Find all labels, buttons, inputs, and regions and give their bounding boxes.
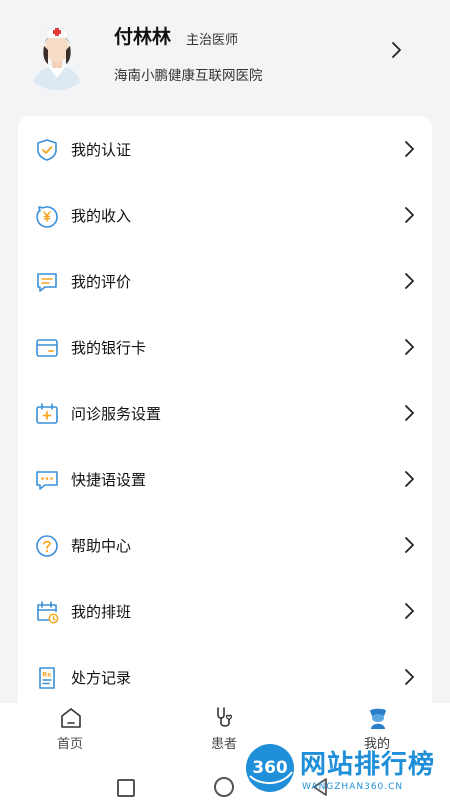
menu-item-label: 处方记录 xyxy=(71,669,132,687)
chevron-right-icon xyxy=(405,141,414,157)
watermark-logo-text: 360 xyxy=(252,758,288,778)
chevron-right-icon xyxy=(405,471,414,487)
help-icon xyxy=(36,535,58,557)
tab-label: 首页 xyxy=(56,737,83,752)
menu-item-label: 我的认证 xyxy=(71,141,132,159)
menu-item-prescriptions[interactable]: Rx 处方记录 xyxy=(18,644,432,710)
menu-item-label: 我的银行卡 xyxy=(71,339,147,357)
avatar xyxy=(18,12,96,90)
hospital-name: 海南小鹏健康互联网医院 xyxy=(114,68,263,84)
menu-item-label: 问诊服务设置 xyxy=(71,405,162,423)
menu-item-label: 我的收入 xyxy=(71,207,132,225)
menu-item-label: 我的排班 xyxy=(71,603,132,621)
chevron-right-icon xyxy=(405,537,414,553)
menu-item-consult-settings[interactable]: 问诊服务设置 xyxy=(18,380,432,446)
quick-phrase-icon xyxy=(36,471,58,490)
income-yen-icon xyxy=(36,206,58,228)
menu-item-certification[interactable]: 我的认证 xyxy=(18,116,432,182)
watermark-text: 网站排行榜 xyxy=(300,750,436,780)
chevron-right-icon xyxy=(405,603,414,619)
consult-settings-icon xyxy=(36,403,58,424)
prescription-icon: Rx xyxy=(39,667,55,689)
menu-item-schedule[interactable]: 我的排班 xyxy=(18,578,432,644)
comment-icon xyxy=(37,273,57,292)
tab-home[interactable]: 首页 xyxy=(20,703,120,761)
menu-item-reviews[interactable]: 我的评价 xyxy=(18,248,432,314)
menu-item-bank-card[interactable]: 我的银行卡 xyxy=(18,314,432,380)
menu-item-help-center[interactable]: 帮助中心 xyxy=(18,512,432,578)
chevron-right-icon xyxy=(405,405,414,421)
bank-card-icon xyxy=(36,339,58,357)
recent-apps-button[interactable] xyxy=(117,779,135,797)
stethoscope-icon xyxy=(217,707,233,727)
doctor-name: 付林林 xyxy=(114,26,172,48)
profile-header[interactable]: 付林林 主治医师 海南小鹏健康互联网医院 xyxy=(0,0,450,110)
chevron-right-icon xyxy=(405,669,414,685)
menu-item-label: 快捷语设置 xyxy=(71,471,147,489)
watermark-logo: 360 xyxy=(246,744,294,792)
svg-text:Rx: Rx xyxy=(42,671,52,679)
chevron-right-icon xyxy=(405,339,414,355)
menu-item-income[interactable]: 我的收入 xyxy=(18,182,432,248)
schedule-icon xyxy=(37,601,59,624)
doctor-title: 主治医师 xyxy=(186,33,239,48)
watermark: 360 网站排行榜 WANGZHAN360.CN xyxy=(244,740,450,800)
chevron-right-icon xyxy=(405,207,414,223)
menu-card: 我的认证 我的收入 我的评价 我的银行卡 问诊服务设置 快捷语设置 帮助中心 我… xyxy=(18,116,432,716)
menu-item-label: 帮助中心 xyxy=(71,537,132,555)
chevron-right-icon xyxy=(405,273,414,289)
home-button[interactable] xyxy=(214,777,234,797)
home-icon xyxy=(61,708,81,728)
menu-item-label: 我的评价 xyxy=(71,273,132,291)
shield-check-icon xyxy=(37,139,57,161)
watermark-url: WANGZHAN360.CN xyxy=(302,782,404,792)
chevron-right-icon[interactable] xyxy=(389,40,403,60)
menu-item-quick-phrases[interactable]: 快捷语设置 xyxy=(18,446,432,512)
profile-icon xyxy=(370,708,386,729)
